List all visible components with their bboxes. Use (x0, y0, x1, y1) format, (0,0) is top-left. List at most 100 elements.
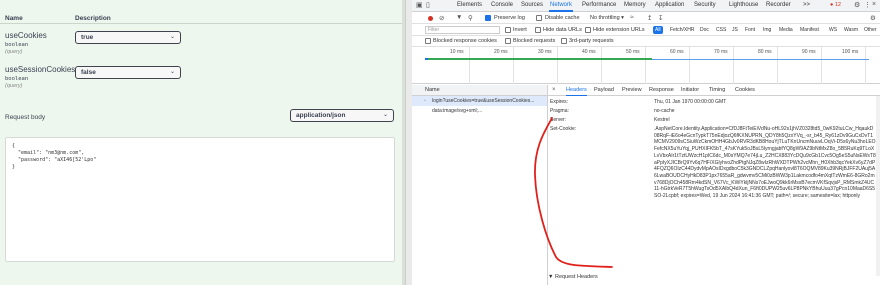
tab-application[interactable]: Application (655, 2, 684, 8)
record-icon[interactable] (428, 16, 433, 21)
name-column-header[interactable]: Name (425, 87, 440, 93)
filter-icon[interactable]: ▼ (456, 14, 462, 21)
tab-console[interactable]: Console (491, 2, 513, 8)
tab-preview[interactable]: Preview (622, 87, 642, 93)
grid-line (513, 47, 514, 84)
select-value: false (81, 69, 96, 76)
blocked-response-cookies-checkbox[interactable] (425, 38, 431, 44)
third-party-checkbox[interactable] (561, 38, 567, 44)
filter-bar: Filter Invert Hide data URLs Hide extens… (412, 24, 880, 36)
tab-elements[interactable]: Elements (457, 2, 482, 8)
hide-data-urls-checkbox[interactable] (535, 27, 541, 33)
header-value: Thu, 01 Jan 1970 00:00:00 GMT (654, 99, 727, 105)
hide-extension-urls-checkbox[interactable] (585, 27, 591, 33)
clear-icon[interactable]: ⊘ (439, 14, 444, 22)
tab-network[interactable]: Network (548, 2, 574, 12)
hide-extension-urls-label: Hide extension URLs (593, 27, 645, 33)
tab-response[interactable]: Response (649, 87, 674, 93)
tab-initiator[interactable]: Initiator (681, 87, 699, 93)
preserve-log-checkbox[interactable] (485, 15, 491, 21)
close-icon[interactable]: × (872, 1, 876, 8)
tick-label: 20 ms (494, 49, 508, 55)
issues-badge[interactable]: ● 12 (830, 2, 841, 8)
tab-timing[interactable]: Timing (709, 87, 725, 93)
param-location: (query) (5, 49, 23, 55)
more-tabs-button[interactable]: >> (803, 2, 810, 8)
gear-icon[interactable]: ⚙ (854, 1, 860, 9)
close-details-icon[interactable]: × (552, 87, 556, 93)
tab-performance[interactable]: Performance (582, 2, 616, 8)
panel-divider[interactable] (405, 0, 412, 285)
param-type: boolean (5, 76, 29, 82)
search-icon[interactable]: ⚲ (468, 14, 473, 22)
param-usecookies: useCookies boolean (query) (5, 31, 47, 55)
disable-cache-label: Disable cache (545, 15, 580, 21)
type-filter-all[interactable]: All (653, 26, 663, 34)
type-filter-other[interactable]: Other (862, 26, 879, 34)
tab-memory[interactable]: Memory (624, 2, 646, 8)
name-column-header: Name (5, 15, 23, 22)
throttling-value: No throttling (590, 15, 620, 21)
details-tabbar: × Headers Payload Preview Response Initi… (548, 85, 880, 96)
type-filter-doc[interactable]: Doc (698, 26, 711, 34)
export-har-icon[interactable]: ↧ (658, 14, 663, 22)
description-column-header: Description (75, 15, 111, 22)
type-filter-css[interactable]: CSS (714, 26, 728, 34)
tab-security[interactable]: Security (694, 2, 716, 8)
header-value: no-cache (654, 108, 675, 114)
filter-input[interactable]: Filter (425, 26, 500, 34)
blocked-response-cookies-label: Blocked response cookies (433, 38, 497, 44)
import-har-icon[interactable]: ↥ (647, 14, 652, 22)
filter-bar-2: Blocked response cookies Blocked request… (412, 36, 880, 47)
device-toolbar-icon[interactable]: ▯ (426, 1, 430, 9)
tick-label: 60 ms (670, 49, 684, 55)
type-filter-ws[interactable]: WS (827, 26, 839, 34)
throttling-select[interactable]: No throttling ▾ (590, 15, 624, 21)
scrollbar[interactable] (876, 96, 880, 276)
tab-headers[interactable]: Headers (566, 87, 587, 96)
tab-payload[interactable]: Payload (594, 87, 614, 93)
request-headers-section[interactable]: ▼ Request Headers (548, 274, 598, 280)
tick-label: 50 ms (626, 49, 640, 55)
tab-lighthouse[interactable]: Lighthouse (729, 2, 758, 8)
request-body-editor[interactable]: { "email": "nm3@nm.com", "password": "aX… (5, 137, 395, 262)
type-filter-media[interactable]: Media (777, 26, 795, 34)
tab-sources[interactable]: Sources (521, 2, 543, 8)
swagger-panel: Name Description useCookies boolean (que… (0, 0, 405, 285)
type-filter-fetch-xhr[interactable]: Fetch/XHR (668, 26, 696, 34)
timeline-overview[interactable]: 10 ms 20 ms 30 ms 40 ms 50 ms 60 ms 70 m… (412, 47, 880, 84)
network-settings-gear-icon[interactable]: ⚙ (870, 14, 876, 22)
usesessioncookies-select[interactable]: false ⌄ (75, 66, 181, 79)
request-bar (428, 58, 652, 60)
more-menu-icon[interactable]: ⋮ (864, 1, 871, 9)
type-filter-img[interactable]: Img (761, 26, 773, 34)
grid-line (557, 47, 558, 84)
invert-checkbox[interactable] (505, 27, 511, 33)
tab-recorder[interactable]: Recorder (766, 2, 791, 8)
tab-cookies[interactable]: Cookies (735, 87, 755, 93)
grid-line (777, 47, 778, 84)
disable-cache-checkbox[interactable] (536, 15, 542, 21)
request-row[interactable]: ▫ login?useCookies=true&useSessionCookie… (412, 96, 547, 106)
request-row[interactable]: data:image/svg+xml;... (412, 106, 547, 116)
header-name: Set-Cookie: (550, 126, 577, 132)
blocked-requests-checkbox[interactable] (505, 38, 511, 44)
header-name: Expires: (550, 99, 569, 105)
inspect-icon[interactable]: ▣ (416, 1, 423, 9)
request-details: × Headers Payload Preview Response Initi… (548, 85, 880, 285)
grid-line (469, 47, 470, 84)
usecookies-select[interactable]: true ⌄ (75, 31, 181, 44)
content-type-select[interactable]: application/json ⌄ (290, 109, 394, 122)
network-conditions-icon[interactable]: ≈ (630, 14, 634, 21)
type-filter-manifest[interactable]: Manifest (798, 26, 821, 34)
type-filter-wasm[interactable]: Wasm (842, 26, 860, 34)
devtools-tabbar: ▣ ▯ Elements Console Sources Network Per… (412, 0, 880, 12)
preserve-log-label: Preserve log (494, 15, 525, 21)
blocked-requests-label: Blocked requests (513, 38, 556, 44)
document-icon: ▫ (424, 98, 426, 104)
param-name: useCookies (5, 31, 47, 40)
type-filter-js[interactable]: JS (730, 26, 740, 34)
network-toolbar: ⊘ ▼ ⚲ Preserve log Disable cache No thro… (412, 12, 880, 24)
type-filter-font[interactable]: Font (743, 26, 757, 34)
grid-line (689, 47, 690, 84)
